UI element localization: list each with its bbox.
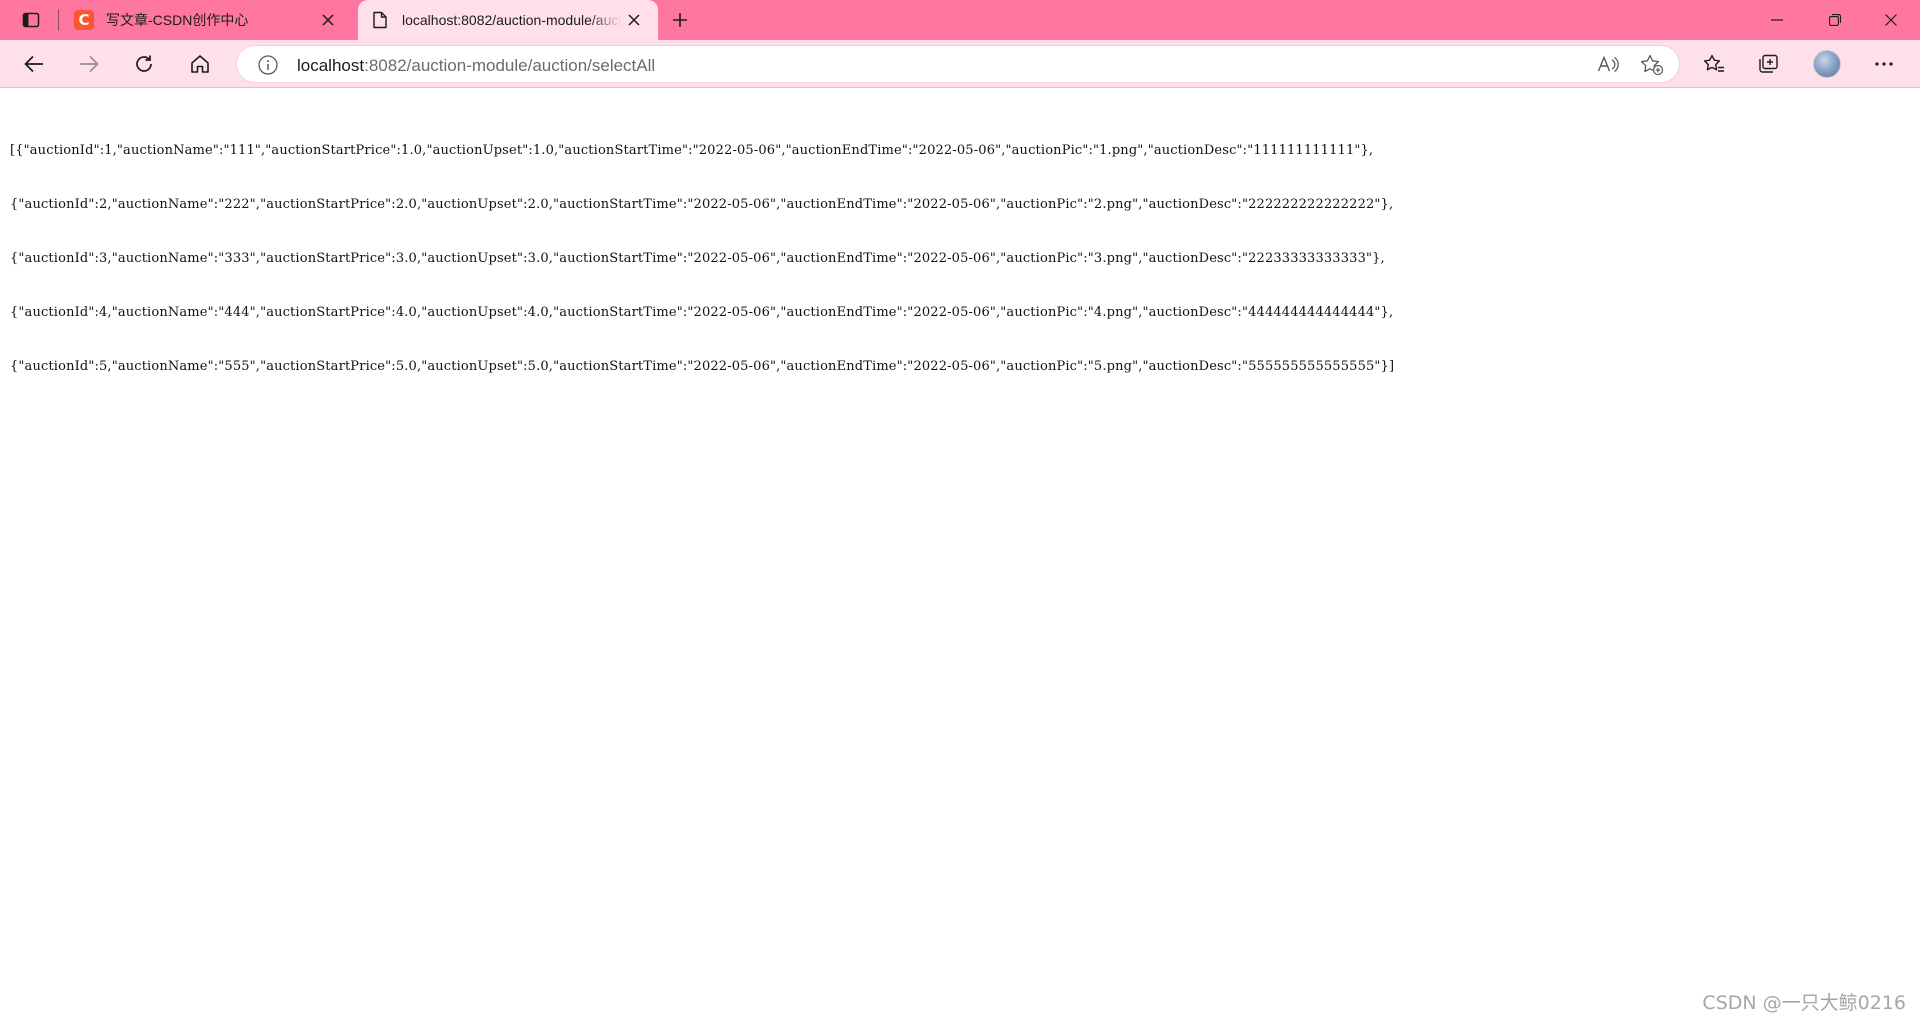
close-tab-icon[interactable] [622,8,646,32]
collections-button[interactable] [1751,46,1787,82]
restore-button[interactable] [1806,0,1864,40]
plus-icon [672,12,688,28]
minimize-button[interactable] [1748,0,1806,40]
more-dots-icon [1875,62,1893,66]
address-bar[interactable]: localhost:8082/auction-module/auction/se… [236,45,1680,83]
url-host: localhost [297,56,365,75]
profile-avatar[interactable] [1813,50,1841,78]
collections-icon [1758,54,1780,74]
tab-actions-button[interactable] [14,6,48,34]
restore-icon [1829,14,1841,26]
json-response: [{"auctionId":1,"auctionName":"111","auc… [10,106,1394,412]
page-content: [{"auctionId":1,"auctionName":"111","auc… [0,89,1920,1021]
json-line: {"auctionId":4,"auctionName":"444","auct… [10,305,1394,320]
tab-actions-icon [22,11,40,29]
favorites-button[interactable] [1696,46,1732,82]
browser-toolbar: localhost:8082/auction-module/auction/se… [0,40,1920,88]
json-line: {"auctionId":5,"auctionName":"555","auct… [10,359,1395,374]
tab-title: localhost:8082/auction-module/auction/se… [402,12,622,28]
settings-more-button[interactable] [1866,46,1902,82]
json-line: {"auctionId":3,"auctionName":"333","auct… [10,251,1385,266]
back-button[interactable] [16,46,52,82]
tab-csdn-editor[interactable]: C 写文章-CSDN创作中心 [62,0,352,40]
forward-arrow-icon [79,55,99,73]
page-icon [370,10,390,30]
forward-button[interactable] [71,46,107,82]
refresh-icon [134,54,154,74]
close-icon [1885,14,1897,26]
favorites-icon [1703,54,1725,74]
watermark: CSDN @一只大鲸0216 [1702,992,1906,1014]
tab-localhost[interactable]: localhost:8082/auction-module/auction/se… [358,0,658,40]
json-line: [{"auctionId":1,"auctionName":"111","auc… [10,143,1374,158]
home-button[interactable] [182,46,218,82]
json-line: {"auctionId":2,"auctionName":"222","auct… [10,197,1394,212]
minimize-icon [1771,19,1783,21]
read-aloud-icon[interactable] [1595,52,1621,78]
add-favorite-icon[interactable] [1639,52,1665,78]
url-path: :8082/auction-module/auction/selectAll [364,56,656,75]
close-tab-icon[interactable] [316,8,340,32]
refresh-button[interactable] [126,46,162,82]
new-tab-button[interactable] [666,6,694,34]
tab-bar: C 写文章-CSDN创作中心 localhost:8082/auction-mo… [0,0,1920,40]
url-text[interactable]: localhost:8082/auction-module/auction/se… [297,56,655,76]
tab-title: 写文章-CSDN创作中心 [106,12,249,28]
home-icon [190,54,210,74]
back-arrow-icon [24,55,44,73]
close-window-button[interactable] [1862,0,1920,40]
tab-separator [58,9,59,31]
site-info-icon[interactable] [257,54,279,76]
csdn-logo-icon: C [74,10,94,30]
